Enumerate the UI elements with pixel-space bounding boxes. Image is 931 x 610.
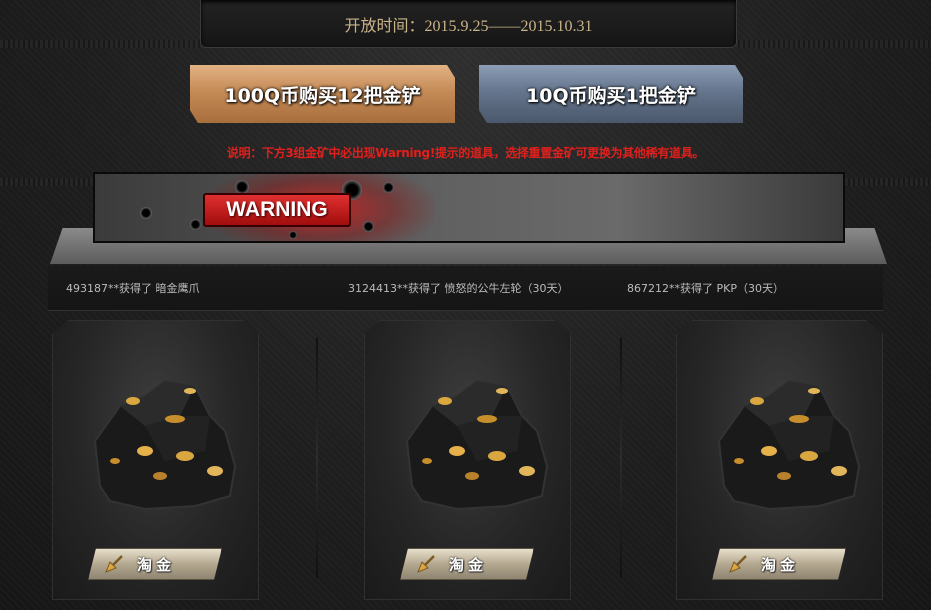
golden-shovel-icon [417, 555, 435, 573]
gold-ore-image [405, 379, 549, 511]
card-divider [316, 338, 318, 578]
bullet-hole-icon [383, 182, 394, 193]
dig-gold-button[interactable]: 淘金 [88, 548, 222, 580]
card-divider [620, 338, 622, 578]
bullet-hole-icon [289, 231, 297, 239]
event-open-time: 开放时间：2015.9.25——2015.10.31 [344, 17, 593, 35]
golden-shovel-icon [729, 555, 747, 573]
buy-12-shovels-label: 100Q币购买12把金铲 [224, 84, 421, 107]
dig-gold-button[interactable]: 淘金 [400, 548, 534, 580]
dig-gold-button[interactable]: 淘金 [712, 548, 846, 580]
gold-ore-image [717, 379, 861, 511]
bullet-hole-icon [190, 219, 201, 230]
dig-gold-label: 淘金 [761, 555, 800, 574]
buy-1-shovel-label: 10Q币购买1把金铲 [526, 84, 696, 107]
gold-mine-card[interactable]: 淘金 [52, 320, 259, 600]
dig-gold-label: 淘金 [449, 555, 488, 574]
buy-1-shovel-button[interactable]: 10Q币购买1把金铲 [479, 65, 743, 123]
buy-12-shovels-button[interactable]: 100Q币购买12把金铲 [190, 65, 455, 123]
gold-mine-card[interactable]: 淘金 [676, 320, 883, 600]
winners-ticker: 493187**获得了 暗金鹰爪 3124413**获得了 愤怒的公牛左轮（30… [48, 266, 883, 311]
ticker-item: 3124413**获得了 愤怒的公牛左轮（30天） [348, 282, 569, 295]
warning-label: WARNING [203, 193, 351, 227]
ticker-item: 493187**获得了 暗金鹰爪 [66, 282, 200, 295]
gold-ore-image [93, 379, 237, 511]
event-date-bar: 开放时间：2015.9.25——2015.10.31 [200, 0, 737, 48]
gold-mine-card[interactable]: 淘金 [364, 320, 571, 600]
bullet-hole-icon [363, 221, 374, 232]
instruction-note: 说明：下方3组金矿中必出现Warning!提示的道具，选择重置金矿可更换为其他稀… [226, 146, 705, 160]
warning-banner: WARNING [93, 172, 845, 243]
bullet-hole-icon [140, 207, 152, 219]
ticker-item: 867212**获得了 PKP（30天） [627, 282, 784, 295]
dig-gold-label: 淘金 [137, 555, 176, 574]
golden-shovel-icon [105, 555, 123, 573]
bullet-hole-icon [235, 180, 249, 194]
